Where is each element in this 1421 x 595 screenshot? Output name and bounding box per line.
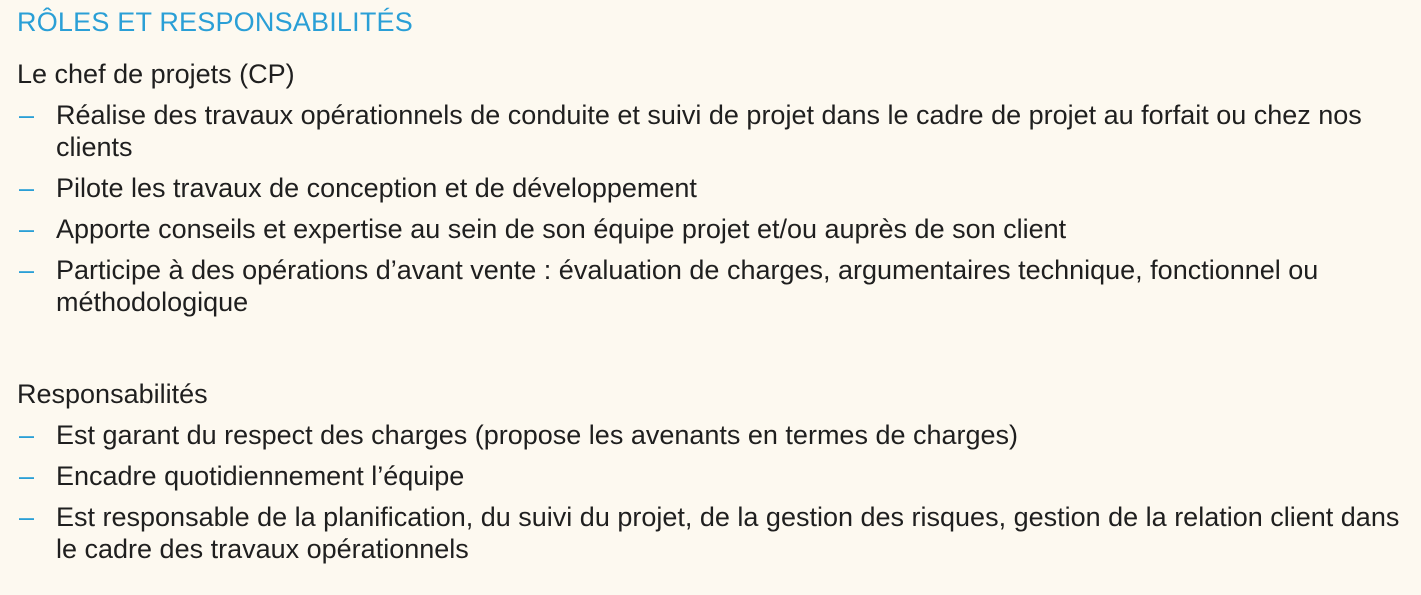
- dash-bullet-icon: [19, 172, 39, 204]
- slide: RÔLES ET RESPONSABILITÉS Le chef de proj…: [0, 0, 1421, 595]
- list-item: Participe à des opérations d’avant vente…: [17, 254, 1407, 318]
- list-item: Pilote les travaux de conception et de d…: [17, 172, 1407, 204]
- bullet-list-responsabilites: Est garant du respect des charges (propo…: [17, 419, 1407, 574]
- list-item: Apporte conseils et expertise au sein de…: [17, 213, 1407, 245]
- list-item: Est responsable de la planification, du …: [17, 501, 1407, 565]
- bullet-list-chef-de-projets: Réalise des travaux opérationnels de con…: [17, 99, 1407, 327]
- page-title: RÔLES ET RESPONSABILITÉS: [17, 7, 413, 37]
- dash-bullet-icon: [19, 419, 39, 451]
- list-item: Encadre quotidiennement l’équipe: [17, 460, 1407, 492]
- list-item-text: Encadre quotidiennement l’équipe: [56, 461, 465, 491]
- dash-bullet-icon: [19, 501, 39, 533]
- list-item: Réalise des travaux opérationnels de con…: [17, 99, 1407, 163]
- list-item-text: Apporte conseils et expertise au sein de…: [56, 214, 1067, 244]
- list-item-text: Réalise des travaux opérationnels de con…: [56, 100, 1362, 162]
- dash-bullet-icon: [19, 254, 39, 286]
- dash-bullet-icon: [19, 213, 39, 245]
- list-item: Est garant du respect des charges (propo…: [17, 419, 1407, 451]
- section-heading-chef-de-projets: Le chef de projets (CP): [17, 59, 295, 89]
- dash-bullet-icon: [19, 99, 39, 131]
- list-item-text: Pilote les travaux de conception et de d…: [56, 173, 697, 203]
- list-item-text: Est garant du respect des charges (propo…: [56, 420, 1019, 450]
- dash-bullet-icon: [19, 460, 39, 492]
- list-item-text: Participe à des opérations d’avant vente…: [56, 255, 1319, 317]
- section-heading-responsabilites: Responsabilités: [17, 379, 208, 409]
- list-item-text: Est responsable de la planification, du …: [56, 502, 1400, 564]
